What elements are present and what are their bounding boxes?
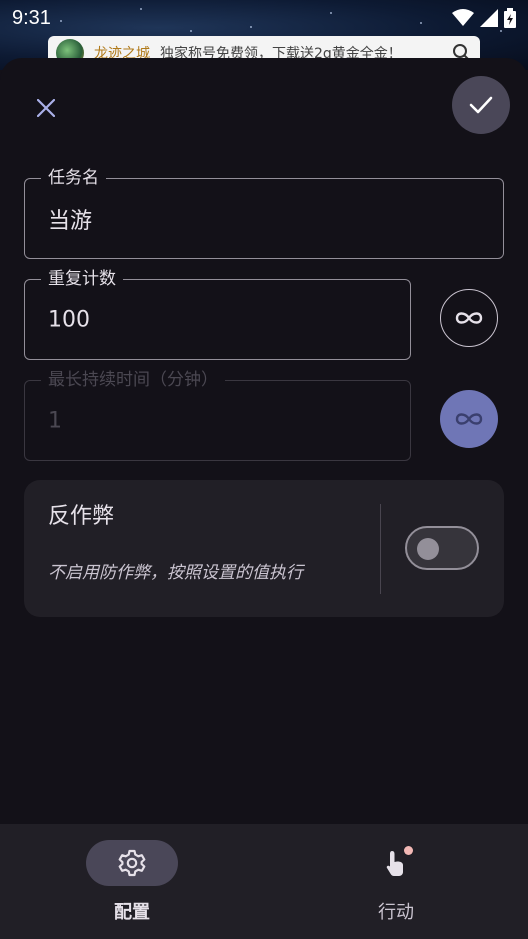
repeat-count-label: 重复计数 bbox=[41, 268, 123, 290]
repeat-count-field[interactable]: 重复计数 100 bbox=[24, 268, 411, 360]
nav-active-indicator bbox=[86, 840, 178, 886]
infinity-icon bbox=[455, 312, 483, 324]
task-config-sheet: 任务名 当游 重复计数 100 最长持续时间（分钟） 1 反作弊 不启用防作弊，… bbox=[0, 58, 528, 824]
task-name-input[interactable]: 当游 bbox=[48, 203, 430, 235]
gear-icon bbox=[118, 849, 146, 877]
anti-cheat-toggle[interactable] bbox=[405, 526, 479, 570]
battery-icon bbox=[504, 8, 516, 28]
anti-cheat-description: 不启用防作弊，按照设置的值执行 bbox=[48, 563, 303, 583]
infinity-icon bbox=[455, 413, 483, 425]
nav-item-action[interactable]: 行动 bbox=[264, 824, 528, 939]
confirm-button[interactable] bbox=[452, 76, 510, 134]
task-name-field[interactable]: 任务名 当游 bbox=[24, 167, 504, 259]
max-duration-field: 最长持续时间（分钟） 1 bbox=[24, 369, 411, 461]
anti-cheat-title: 反作弊 bbox=[48, 504, 115, 529]
nav-item-config[interactable]: 配置 bbox=[0, 824, 264, 939]
wifi-icon bbox=[452, 9, 474, 26]
anti-cheat-card: 反作弊 不启用防作弊，按照设置的值执行 bbox=[24, 480, 504, 617]
status-icons bbox=[452, 8, 516, 28]
nav-label-action: 行动 bbox=[378, 902, 414, 923]
signal-icon bbox=[480, 9, 498, 27]
close-button[interactable] bbox=[28, 90, 64, 126]
task-name-label: 任务名 bbox=[41, 167, 106, 189]
bottom-navigation: 配置 行动 bbox=[0, 824, 528, 939]
status-time: 9:31 bbox=[12, 6, 51, 29]
repeat-count-input[interactable]: 100 bbox=[48, 307, 356, 332]
max-duration-label: 最长持续时间（分钟） bbox=[41, 369, 225, 391]
duration-infinite-button[interactable] bbox=[440, 390, 498, 448]
nav-icon-container bbox=[350, 840, 442, 886]
max-duration-input: 1 bbox=[48, 408, 62, 433]
check-icon bbox=[469, 96, 493, 114]
status-bar: 9:31 bbox=[0, 0, 528, 36]
toggle-thumb bbox=[417, 538, 439, 560]
notification-badge bbox=[404, 846, 413, 855]
card-divider bbox=[380, 504, 381, 594]
repeat-infinite-button[interactable] bbox=[440, 289, 498, 347]
close-icon bbox=[37, 99, 55, 117]
nav-label-config: 配置 bbox=[114, 902, 150, 923]
